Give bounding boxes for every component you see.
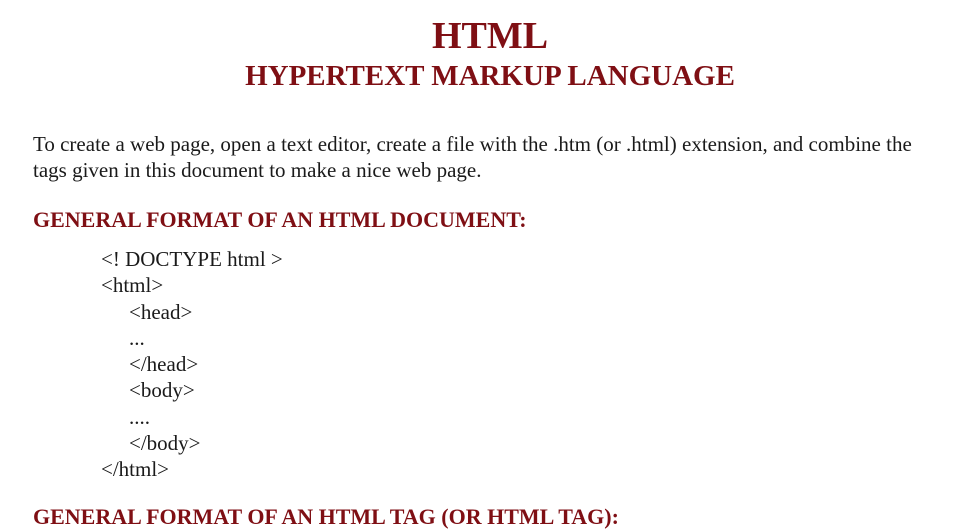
code-line: ... xyxy=(129,325,145,350)
code-line: </head> xyxy=(129,352,199,377)
code-line: <! DOCTYPE html > xyxy=(101,247,283,271)
intro-paragraph: To create a web page, open a text editor… xyxy=(33,132,912,182)
document-subtitle: HYPERTEXT MARKUP LANGUAGE xyxy=(245,60,735,92)
code-line: <body> xyxy=(129,378,195,403)
section-heading-tag-format: GENERAL FORMAT OF AN HTML TAG (OR HTML T… xyxy=(33,504,619,529)
code-line: </html> xyxy=(101,457,170,482)
code-line: <head> xyxy=(129,299,193,324)
section-heading-document-format: GENERAL FORMAT OF AN HTML DOCUMENT: xyxy=(33,207,527,232)
html-structure-code-block: <! DOCTYPE html > <html> <head> ... </he… xyxy=(101,246,283,483)
code-line: <html> xyxy=(101,273,164,298)
code-line: .... xyxy=(129,404,150,429)
document-title: HTML xyxy=(431,15,549,57)
document-page: HTML HYPERTEXT MARKUP LANGUAGE To create… xyxy=(0,0,973,529)
code-line: </body> xyxy=(129,431,201,456)
